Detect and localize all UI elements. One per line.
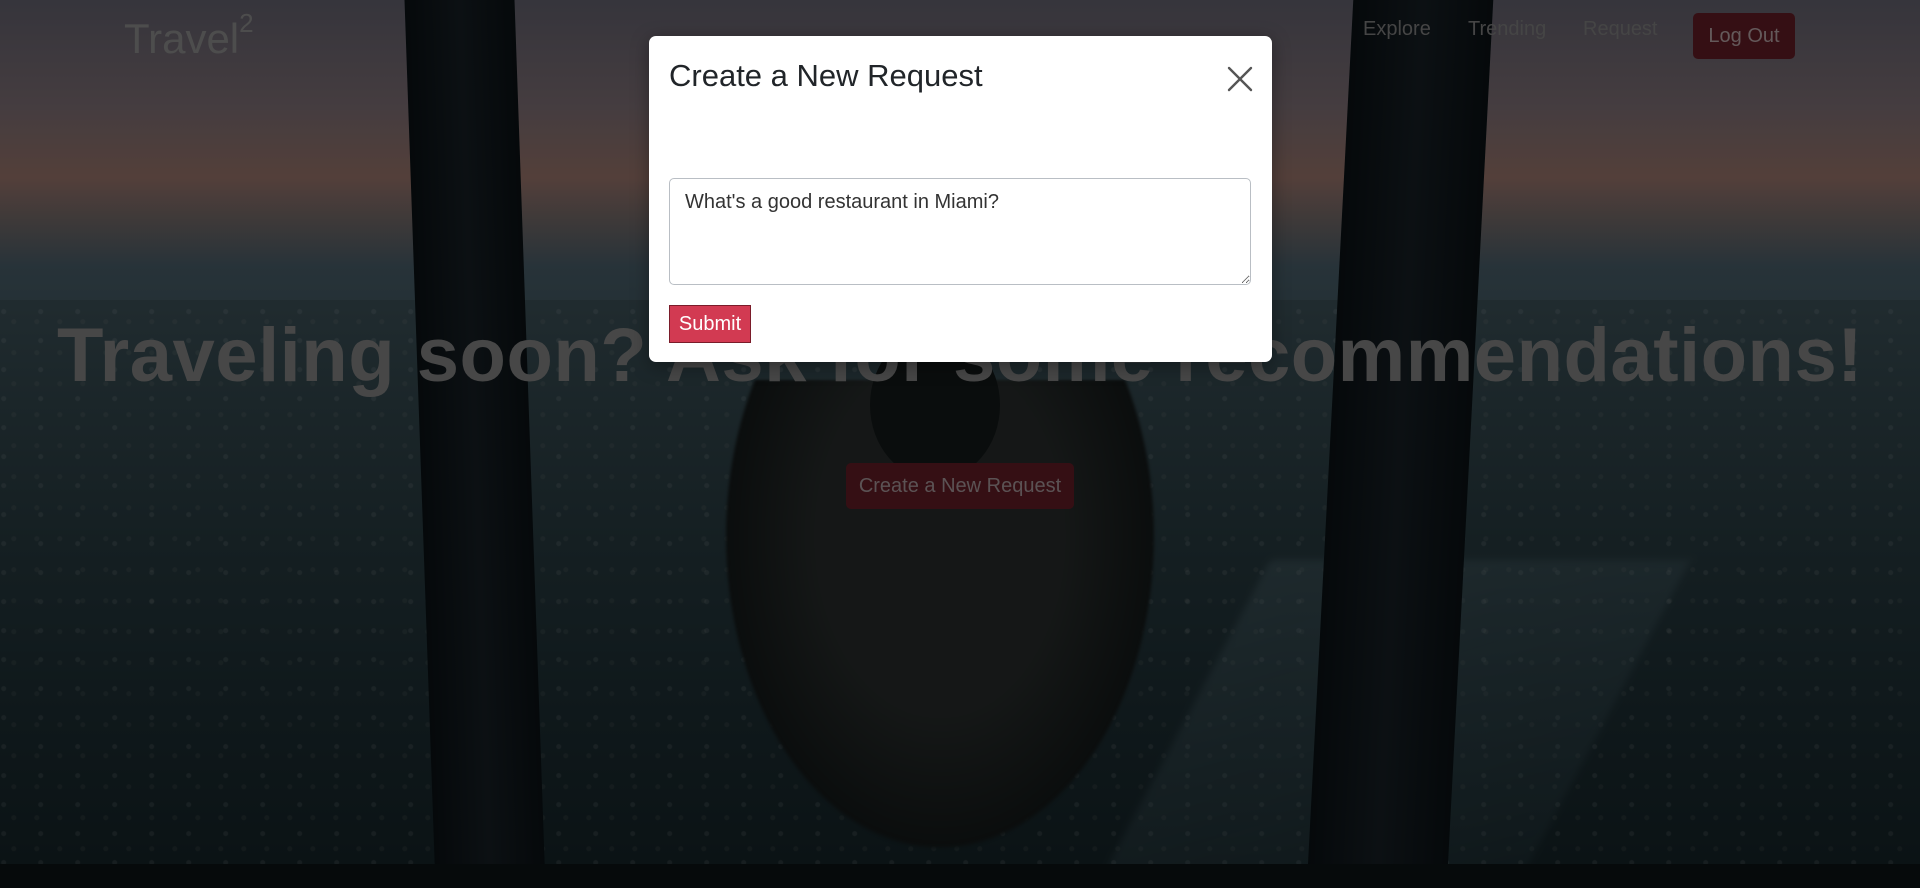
submit-button[interactable]: Submit — [669, 305, 751, 343]
close-icon[interactable] — [1225, 64, 1255, 94]
page: Travel2 Explore Trending Request Log Out… — [0, 0, 1920, 888]
request-textarea[interactable]: What's a good restaurant in Miami? — [669, 178, 1251, 285]
modal-title: Create a New Request — [669, 58, 983, 93]
create-request-modal: Create a New Request What's a good resta… — [649, 36, 1272, 362]
